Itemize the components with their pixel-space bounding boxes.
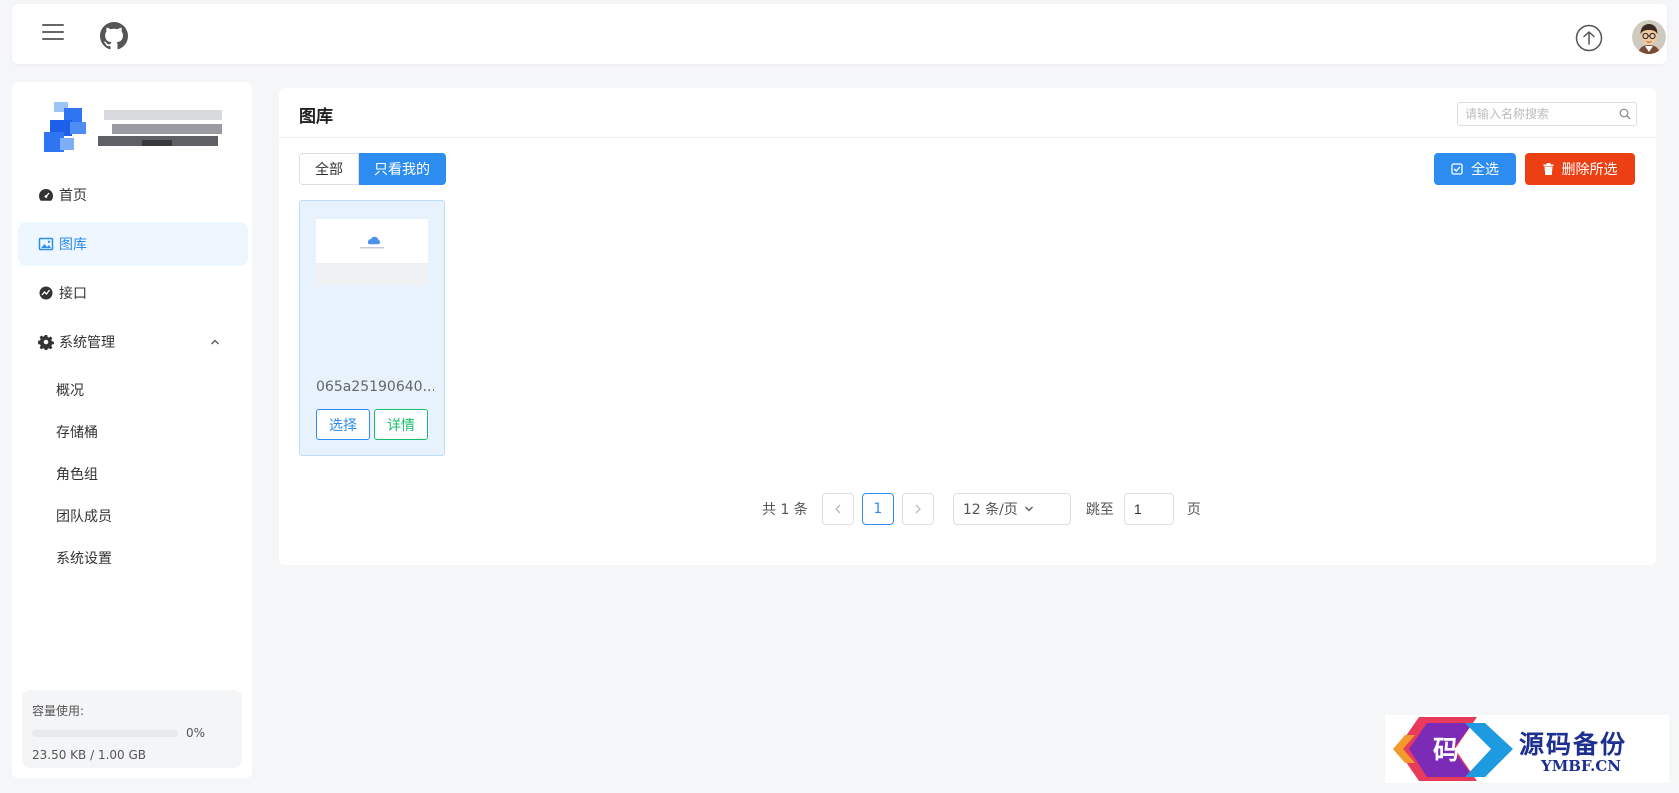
panel-header: 图库 — [279, 88, 1656, 138]
storage-usage: 容量使用: 0% 23.50 KB / 1.00 GB — [22, 690, 242, 768]
storage-size: 23.50 KB / 1.00 GB — [32, 748, 147, 762]
sidebar-nav: 首页 图库 接口 系统管理 概况 存储桶 角色组 团队成员 系统设置 — [18, 173, 248, 579]
sidebar-item-label: 接口 — [59, 286, 87, 302]
checkbox-icon — [1451, 163, 1463, 175]
sidebar-item-label: 首页 — [59, 188, 87, 204]
menu-toggle-icon[interactable] — [42, 24, 64, 44]
search-box — [1457, 102, 1637, 126]
chevron-left-icon — [834, 504, 841, 514]
github-icon[interactable] — [100, 22, 128, 50]
sidebar-item-gallery[interactable]: 图库 — [18, 222, 248, 266]
select-all-button[interactable]: 全选 — [1434, 153, 1516, 185]
upload-icon[interactable] — [1575, 24, 1603, 52]
filter-tabs: 全部 只看我的 — [299, 153, 446, 185]
search-icon[interactable] — [1619, 108, 1631, 120]
sidebar-subitem-team[interactable]: 团队成员 — [18, 495, 248, 537]
trash-icon — [1543, 163, 1553, 175]
sidebar-item-label: 系统管理 — [59, 335, 115, 351]
chevron-down-icon — [1024, 506, 1033, 512]
top-bar — [12, 4, 1667, 64]
watermark-emblem: 码 — [1393, 717, 1513, 781]
chevron-up-icon[interactable] — [210, 337, 220, 347]
image-icon — [38, 237, 54, 251]
prev-page-button[interactable] — [821, 493, 854, 525]
storage-progress-bar — [32, 729, 178, 737]
image-thumbnail[interactable] — [316, 219, 428, 285]
search-input[interactable] — [1458, 103, 1608, 125]
page-title: 图库 — [299, 107, 333, 127]
watermark-title: 源码备份 — [1519, 730, 1628, 759]
api-icon — [39, 286, 53, 300]
watermark-glyph: 码 — [1433, 736, 1459, 766]
gear-icon — [38, 335, 54, 350]
storage-percent: 0% — [186, 726, 206, 740]
dashboard-icon — [39, 189, 54, 201]
chevron-right-icon — [915, 504, 921, 514]
brand-logo[interactable] — [42, 96, 238, 158]
delete-selected-button[interactable]: 删除所选 — [1525, 153, 1635, 185]
thumbnail-cloud-icon — [360, 236, 384, 249]
sidebar-item-api[interactable]: 接口 — [18, 271, 248, 315]
watermark-url: YMBF.CN — [1541, 757, 1622, 775]
detail-button[interactable]: 详情 — [374, 409, 428, 440]
sidebar-subitem-settings[interactable]: 系统设置 — [18, 537, 248, 579]
jump-label: 跳至 — [1085, 502, 1114, 518]
avatar[interactable] — [1632, 20, 1666, 54]
sidebar-item-system[interactable]: 系统管理 — [18, 320, 248, 364]
jump-unit: 页 — [1186, 502, 1201, 518]
storage-label: 容量使用: — [32, 704, 85, 718]
sidebar-item-label: 图库 — [59, 237, 87, 253]
image-name: 065a25190640... — [316, 379, 434, 395]
sidebar-item-home[interactable]: 首页 — [18, 173, 248, 217]
page-number-button[interactable]: 1 — [861, 493, 894, 525]
delete-selected-label: 删除所选 — [1561, 161, 1618, 177]
select-all-label: 全选 — [1471, 161, 1499, 177]
page-size-select[interactable]: 12 条/页 — [952, 493, 1071, 525]
sidebar: 首页 图库 接口 系统管理 概况 存储桶 角色组 团队成员 系统设置 容量使用:… — [12, 82, 252, 778]
page-size-value: 12 条/页 — [962, 502, 1018, 518]
tab-mine[interactable]: 只看我的 — [359, 153, 446, 185]
jump-page-input[interactable] — [1123, 493, 1174, 525]
next-page-button[interactable] — [901, 493, 934, 525]
watermark-logo: 码 源码备份 YMBF.CN — [1385, 715, 1669, 783]
thumbnail-footer — [316, 263, 428, 285]
sidebar-subitem-roles[interactable]: 角色组 — [18, 453, 248, 495]
select-button[interactable]: 选择 — [316, 409, 370, 440]
pagination-total: 共 1 条 — [762, 502, 808, 518]
pagination: 共 1 条 1 12 条/页 跳至 页 — [762, 493, 1201, 525]
sidebar-subitem-buckets[interactable]: 存储桶 — [18, 411, 248, 453]
image-card[interactable]: 065a25190640... 选择 详情 — [299, 200, 445, 456]
tab-all[interactable]: 全部 — [299, 153, 359, 185]
gallery-panel: 图库 全部 只看我的 全选 删除所选 — [279, 88, 1656, 565]
sidebar-subitem-overview[interactable]: 概况 — [18, 369, 248, 411]
